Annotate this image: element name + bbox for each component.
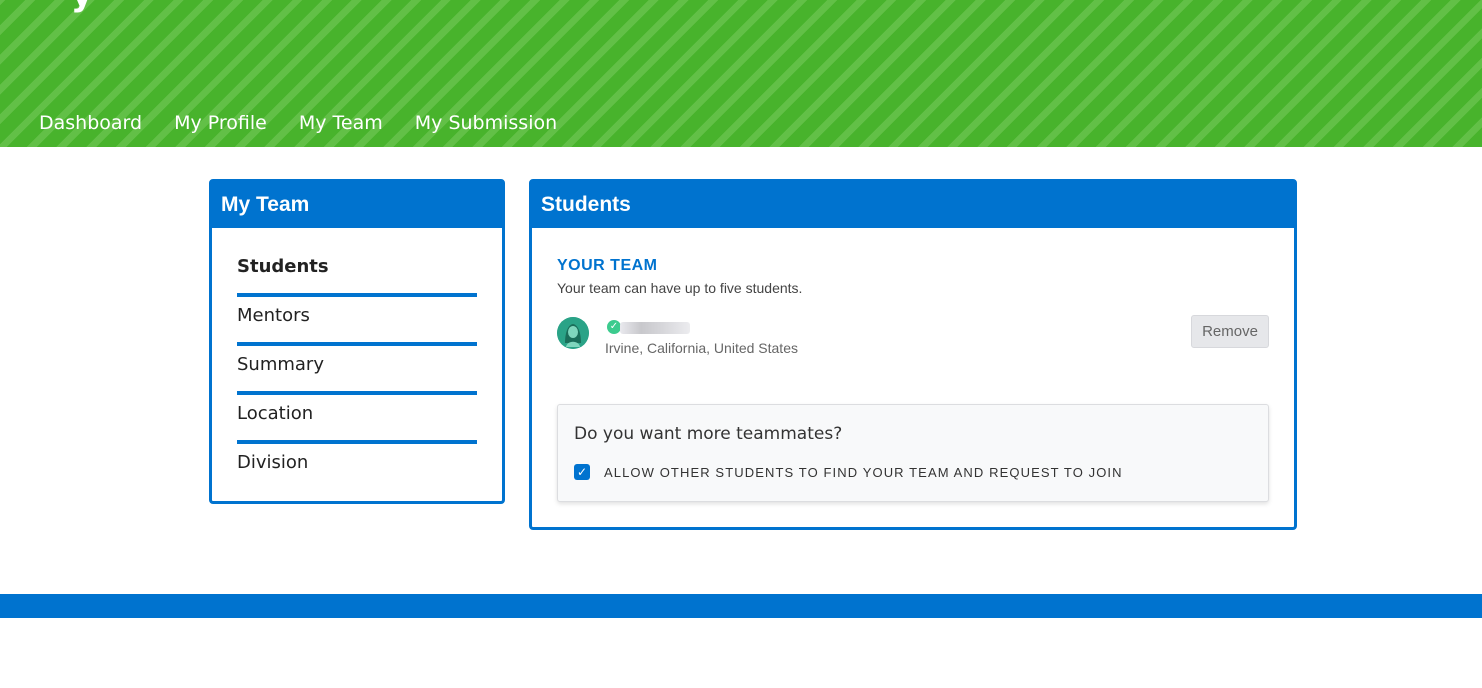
sidebar-title: My Team xyxy=(212,182,502,228)
students-panel-title: Students xyxy=(532,182,1294,228)
check-circle-icon: ✓ xyxy=(607,320,621,334)
site-title: ˙ y · ˙ xyxy=(40,0,152,14)
more-teammates-card: Do you want more teammates? ✓ ALLOW OTHE… xyxy=(557,404,1269,502)
sidebar-menu: Students Mentors Summary Location Divisi… xyxy=(212,228,502,489)
sidebar-item-location[interactable]: Location xyxy=(237,395,477,444)
sidebar-item-mentors[interactable]: Mentors xyxy=(237,297,477,346)
footer-bar xyxy=(0,594,1482,618)
team-size-note: Your team can have up to five students. xyxy=(557,280,803,296)
your-team-heading: YOUR TEAM xyxy=(557,257,658,274)
nav-my-team[interactable]: My Team xyxy=(299,110,383,136)
student-name-redacted xyxy=(620,322,690,334)
team-sidebar: My Team Students Mentors Summary Locatio… xyxy=(209,179,505,504)
remove-student-button[interactable]: Remove xyxy=(1191,315,1269,348)
sidebar-item-summary[interactable]: Summary xyxy=(237,346,477,395)
student-avatar-icon xyxy=(557,317,589,349)
main-nav: Dashboard My Profile My Team My Submissi… xyxy=(39,110,557,136)
sidebar-item-division[interactable]: Division xyxy=(237,444,477,489)
nav-my-profile[interactable]: My Profile xyxy=(174,110,267,136)
students-panel: Students YOUR TEAM Your team can have up… xyxy=(529,179,1297,530)
more-teammates-question: Do you want more teammates? xyxy=(574,424,843,444)
site-header: ˙ y · ˙ Dashboard My Profile My Team My … xyxy=(0,0,1482,147)
nav-my-submission[interactable]: My Submission xyxy=(415,110,557,136)
student-location: Irvine, California, United States xyxy=(605,340,798,356)
allow-join-checkbox[interactable]: ✓ xyxy=(574,464,590,480)
nav-dashboard[interactable]: Dashboard xyxy=(39,110,142,136)
allow-join-label[interactable]: ALLOW OTHER STUDENTS TO FIND YOUR TEAM A… xyxy=(604,465,1123,480)
sidebar-item-students[interactable]: Students xyxy=(237,248,477,297)
